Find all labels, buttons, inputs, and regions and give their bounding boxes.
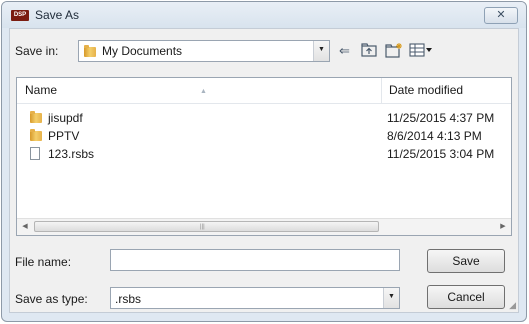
views-menu-icon[interactable] [409, 43, 433, 61]
save-as-type-value: .rsbs [115, 292, 142, 306]
scroll-right-icon[interactable]: ▶ [495, 219, 511, 235]
save-as-type-label: Save as type: [15, 292, 88, 306]
back-icon[interactable]: ⇐ [339, 43, 350, 59]
save-as-dialog: DSP Save As ✕ Save in: My Documents ▼ ⇐ … [1, 1, 527, 322]
file-icon [30, 147, 40, 160]
grip-icon: ||| [200, 224, 205, 230]
list-item[interactable]: PPTV 8/6/2014 4:13 PM [17, 128, 511, 144]
file-name: jisupdf [48, 111, 83, 125]
folder-icon [30, 111, 42, 123]
horizontal-scrollbar[interactable]: ◀ ||| ▶ [17, 218, 511, 235]
list-header: Name ▲ Date modified [17, 78, 511, 104]
app-icon: DSP [11, 10, 29, 21]
file-list: Name ▲ Date modified jisupdf 11/25/2015 … [16, 77, 512, 236]
folder-icon [30, 129, 42, 141]
dialog-body: Save in: My Documents ▼ ⇐ Name ▲ Date mo… [9, 28, 519, 313]
list-item[interactable]: jisupdf 11/25/2015 4:37 PM [17, 110, 511, 126]
file-name: PPTV [48, 129, 80, 143]
save-in-location: My Documents [102, 44, 183, 58]
file-date: 8/6/2014 4:13 PM [387, 129, 482, 143]
column-date-label: Date modified [389, 83, 464, 97]
column-name-label: Name [25, 83, 58, 97]
title-bar[interactable]: DSP Save As ✕ [2, 2, 526, 28]
file-date: 11/25/2015 3:04 PM [387, 147, 495, 161]
close-button[interactable]: ✕ [484, 7, 518, 24]
chevron-down-icon[interactable]: ▼ [383, 288, 399, 308]
folder-up-icon[interactable] [361, 43, 377, 61]
new-folder-icon[interactable] [385, 42, 403, 62]
file-date: 11/25/2015 4:37 PM [387, 111, 495, 125]
save-in-label: Save in: [15, 44, 59, 58]
sort-ascending-icon: ▲ [200, 88, 207, 95]
folder-icon [84, 45, 96, 57]
save-button[interactable]: Save [427, 249, 505, 273]
list-item[interactable]: 123.rsbs 11/25/2015 3:04 PM [17, 146, 511, 162]
file-name: 123.rsbs [48, 147, 95, 161]
column-header-name[interactable]: Name ▲ [17, 78, 382, 103]
column-header-date[interactable]: Date modified [383, 78, 463, 103]
file-name-label: File name: [15, 255, 72, 269]
save-in-dropdown[interactable]: My Documents ▼ [78, 40, 330, 62]
scrollbar-thumb[interactable]: ||| [34, 221, 379, 232]
cancel-button[interactable]: Cancel [427, 285, 505, 309]
chevron-down-icon[interactable]: ▼ [313, 41, 329, 61]
save-as-type-dropdown[interactable]: .rsbs ▼ [110, 287, 400, 309]
file-name-input[interactable] [110, 249, 400, 271]
window-title: Save As [35, 8, 80, 22]
scroll-left-icon[interactable]: ◀ [17, 219, 33, 235]
resize-grip-icon[interactable]: ◢ [509, 300, 516, 311]
